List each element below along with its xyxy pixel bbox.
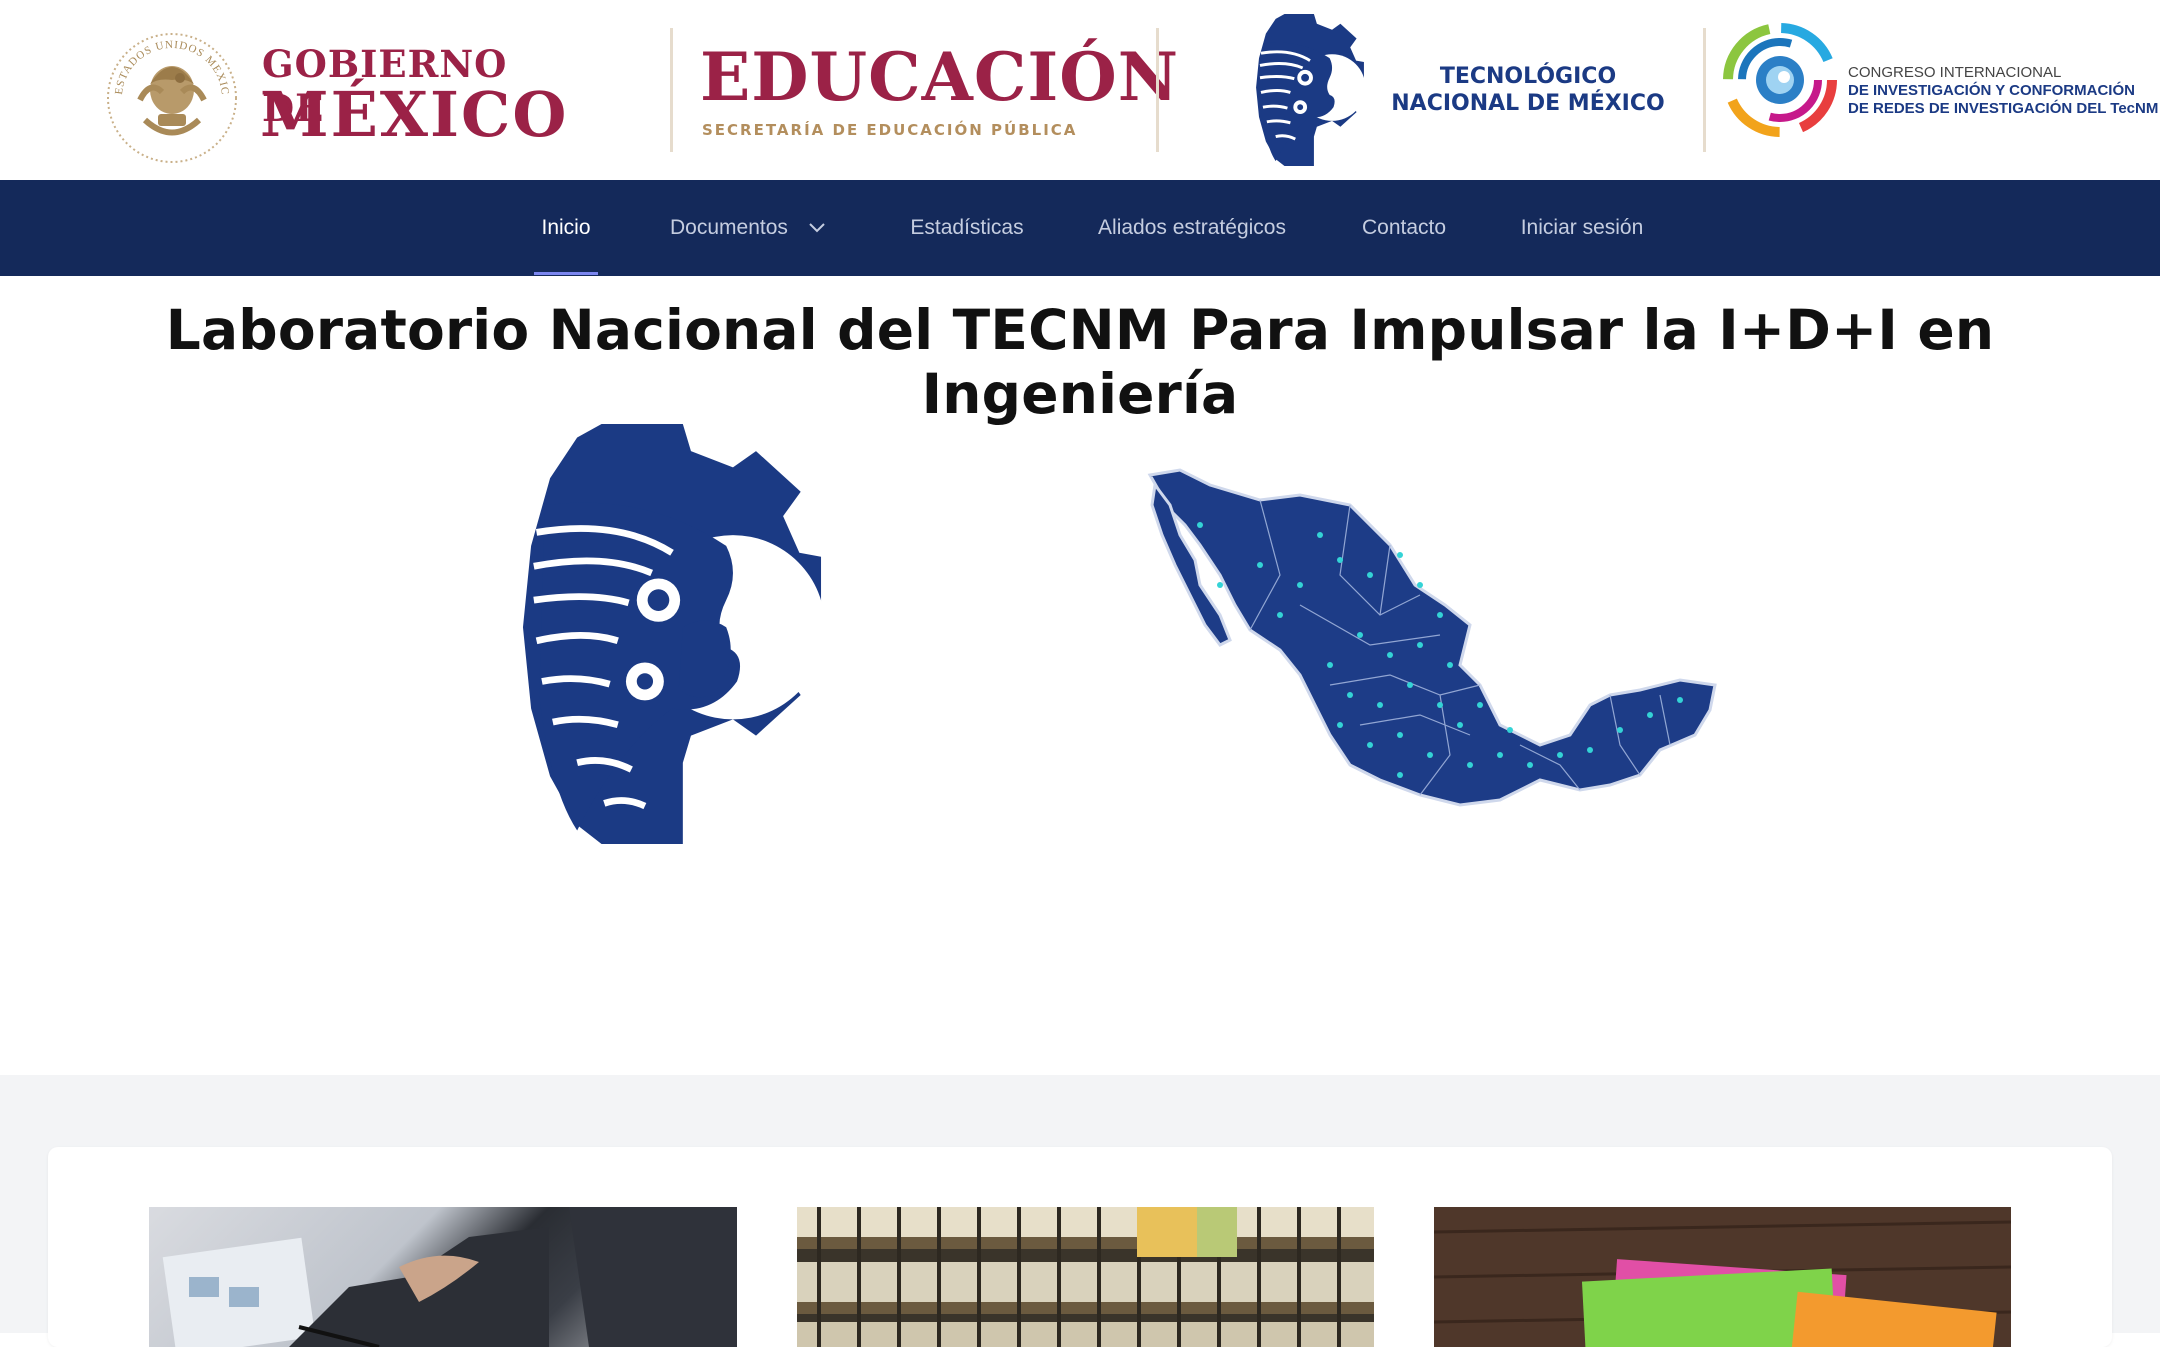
sep-educacion-logo[interactable]: EDUCACIÓN SECRETARÍA DE EDUCACIÓN PÚBLIC… — [700, 38, 1178, 148]
header-divider — [670, 28, 673, 152]
sticky-notes-photo-icon — [1434, 1207, 2011, 1347]
nav-item-label: Iniciar sesión — [1520, 216, 1644, 239]
gobierno-de-mexico-logo[interactable]: ESTADOS UNIDOS MEXICANOS GOBIERNO DE MÉX… — [100, 20, 570, 165]
nav-item-iniciar-sesion[interactable]: Iniciar sesión — [1520, 180, 1644, 276]
mexico-map-image — [1147, 468, 1717, 807]
files-photo-icon — [797, 1207, 1374, 1347]
nav-item-inicio[interactable]: Inicio — [534, 180, 598, 276]
chevron-down-icon — [809, 223, 825, 233]
tecnm-line1: TECNOLÓGICO — [1439, 64, 1617, 89]
congreso-line3: DE REDES DE INVESTIGACIÓN DEL TecNM — [1848, 100, 2159, 117]
tecnm-logo[interactable]: TECNOLÓGICO NACIONAL DE MÉXICO — [1255, 14, 1665, 166]
educacion-title: EDUCACIÓN — [700, 38, 1180, 116]
handshake-photo-icon — [162, 1207, 737, 1347]
congreso-line1: CONGRESO INTERNACIONAL — [1848, 64, 2062, 81]
header-divider — [1703, 28, 1706, 152]
nav-item-label: Inicio — [541, 216, 591, 239]
header-divider — [1156, 28, 1159, 152]
nav-item-label: Contacto — [1361, 216, 1447, 239]
nav-item-aliados[interactable]: Aliados estratégicos — [1094, 180, 1290, 276]
nav-item-label: Aliados estratégicos — [1098, 216, 1286, 239]
tecnm-line2: NACIONAL DE MÉXICO — [1391, 91, 1665, 116]
nav-item-contacto[interactable]: Contacto — [1358, 180, 1450, 276]
congreso-line2: DE INVESTIGACIÓN Y CONFORMACIÓN — [1848, 82, 2135, 99]
tecnm-emblem-image — [522, 424, 822, 844]
card-image-notes[interactable] — [1434, 1207, 2011, 1347]
congreso-logo[interactable]: CONGRESO INTERNACIONAL DE INVESTIGACIÓN … — [1722, 22, 2158, 142]
site-header: ESTADOS UNIDOS MEXICANOS GOBIERNO DE MÉX… — [0, 0, 2160, 180]
congreso-swirl-icon — [1723, 23, 1837, 137]
educacion-subtitle: SECRETARÍA DE EDUCACIÓN PÚBLICA — [702, 121, 1078, 139]
nav-item-documentos[interactable]: Documentos — [670, 180, 830, 276]
nav-active-indicator — [534, 272, 598, 275]
page-title: Laboratorio Nacional del TECNM Para Impu… — [165, 298, 1995, 426]
main-nav: Inicio Documentos Estadísticas Aliados e… — [0, 180, 2160, 276]
card-image-archive[interactable] — [797, 1207, 1374, 1347]
mexico-seal-icon: ESTADOS UNIDOS MEXICANOS — [100, 20, 237, 163]
gobierno-line2: MÉXICO — [260, 78, 569, 151]
nav-item-label: Estadísticas — [910, 216, 1024, 239]
nav-item-estadisticas[interactable]: Estadísticas — [910, 180, 1024, 276]
card-image-business[interactable] — [149, 1207, 737, 1347]
nav-item-label: Documentos — [670, 216, 788, 239]
tecnm-eagle-gear-icon — [1256, 14, 1365, 166]
